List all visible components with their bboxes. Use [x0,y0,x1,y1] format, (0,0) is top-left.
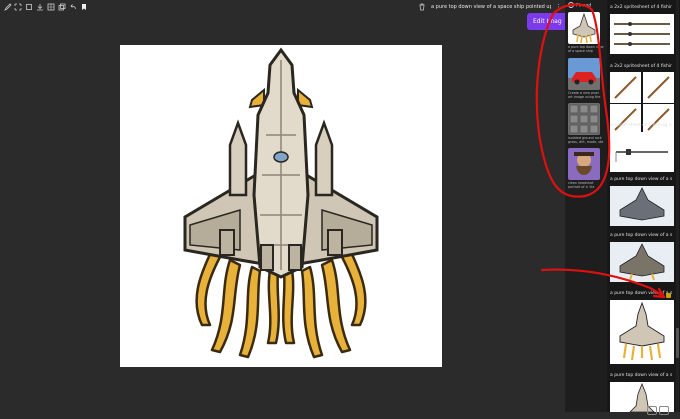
history-caption: a pure top down view of a s... [610,373,672,378]
favorite-star-icon[interactable] [666,293,671,298]
spaceship-image [183,47,379,359]
pinned-header: Pinned [568,2,591,10]
pin-icon [568,2,574,8]
history-thumbnail [610,132,674,172]
pinned-caption: a pure top down view of a space ship [568,45,604,53]
history-thumbnail-grid [610,72,680,103]
bookmark-icon[interactable] [80,3,88,11]
grid-icon[interactable] [47,3,55,11]
undo-icon[interactable] [69,3,77,11]
history-panel: a 2x2 spritesheet of 4 fishing ro... a 2… [607,0,680,412]
view-toggle-icon[interactable] [647,406,657,415]
scrollbar-thumb[interactable] [676,328,679,358]
pinned-thumbnail [568,58,600,90]
download-icon[interactable] [36,3,44,11]
history-caption: a pure top down view of a s... [610,291,672,296]
history-thumbnail [643,72,674,103]
settings-icon[interactable] [659,406,669,415]
more-options-icon[interactable]: ⋮ [555,2,562,12]
history-caption: a sprite sheet of 4 fishing ro... [610,123,672,128]
history-thumbnail [610,300,674,364]
pinned-panel: Pinned a pure top down view of a space s… [565,0,607,412]
history-thumbnail [610,14,674,54]
history-caption: a 2x2 spritesheet of 4 fishing ro... [610,5,672,10]
pinned-item[interactable]: Create a new pixel art image using the [568,58,604,103]
top-toolbar: a pure top down view of a space ship poi… [0,0,565,14]
prompt-title: a pure top down view of a space ship poi… [431,4,551,10]
pinned-caption: Create a new pixel art image using the [568,91,601,99]
history-thumbnail [610,242,674,282]
crop-icon[interactable] [14,3,22,11]
pencil-icon[interactable] [4,3,12,11]
pinned-item[interactable]: isolated ground rock grass, dirt, mode, … [568,103,604,148]
history-scrollbar[interactable] [676,0,679,412]
pinned-thumbnail [568,148,600,180]
history-thumbnail [610,72,641,103]
trash-icon[interactable] [418,3,426,11]
history-caption: a pure top down view of a s... [610,233,672,238]
pinned-item[interactable]: a pure top down view of a space ship [568,12,604,57]
history-item[interactable]: a pure top down view of a s... [610,290,680,364]
history-item[interactable]: a pure top down view of a s... [610,176,680,226]
history-caption: a 2x2 spritesheet of 4 fishing ro... [610,64,672,69]
pinned-item[interactable]: clean headshot portrait of a 'cla [568,148,604,193]
pinned-caption: clean headshot portrait of a 'cla [568,181,595,189]
expand-icon[interactable] [25,3,33,11]
image-canvas[interactable] [120,45,442,367]
history-item[interactable]: a sprite sheet of 4 fishing ro... [610,122,680,172]
bottom-toolbar [647,400,677,415]
history-item[interactable]: a pure top down view of a s... [610,232,680,282]
layers-icon[interactable] [58,3,66,11]
edit-image-button[interactable]: Edit Imag [527,13,567,30]
history-item[interactable]: a 2x2 spritesheet of 4 fishing ro... [610,4,680,54]
pinned-caption: isolated ground rock grass, dirt, mode, … [568,136,604,144]
prompt-title-bar: a pure top down view of a space ship poi… [416,2,562,12]
pinned-thumbnail [568,12,600,44]
history-thumbnail [610,186,674,226]
history-caption: a pure top down view of a s... [610,177,672,182]
pinned-thumbnail [568,103,600,135]
